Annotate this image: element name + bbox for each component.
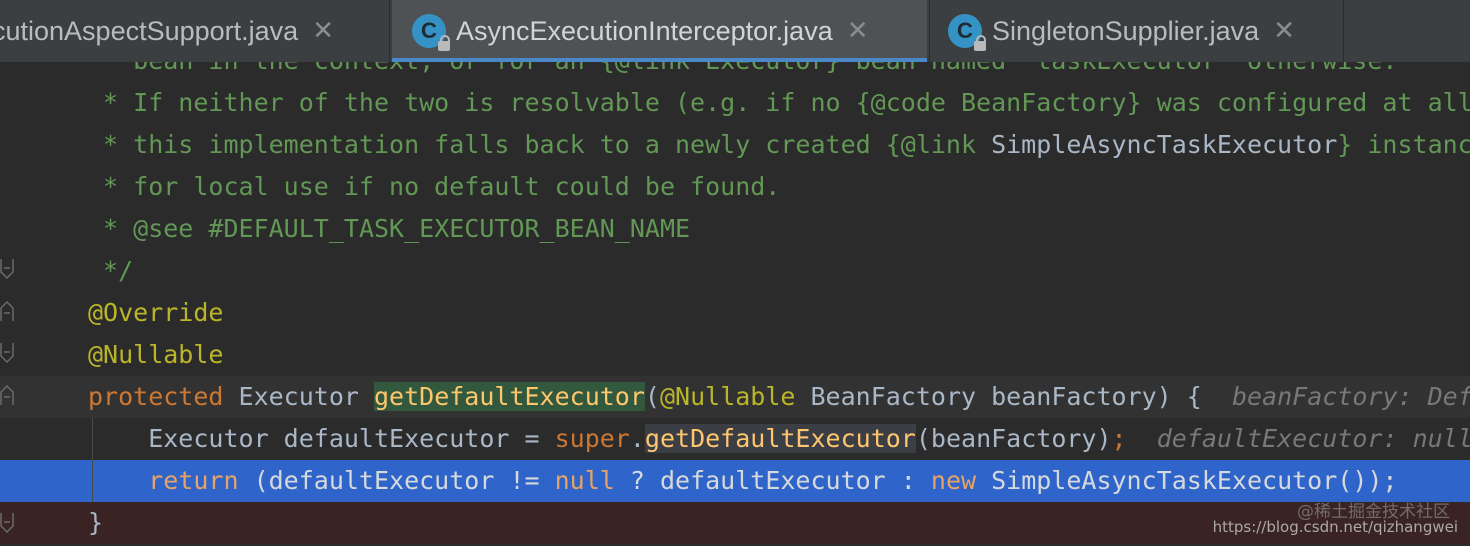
code-line: Executor defaultExecutor = super.getDefa… — [0, 418, 1470, 460]
javadoc-see-ref[interactable]: #DEFAULT_TASK_EXECUTOR_BEAN_NAME — [193, 214, 690, 243]
javadoc-link-class[interactable]: SimpleAsyncTaskExecutor — [991, 130, 1337, 159]
keyword-super: super — [554, 424, 630, 453]
code-line: * bean in the context, or for an {@link … — [0, 62, 1470, 82]
code-line: @Nullable — [0, 334, 1470, 376]
javadoc-text: * this implementation falls back to a ne… — [88, 130, 992, 159]
return-statement: return (defaultExecutor != null ? defaul… — [88, 460, 1398, 502]
fold-icon[interactable] — [0, 384, 14, 406]
javadoc-text: } instance — [1337, 130, 1470, 159]
param-annotation: @Nullable — [659, 382, 796, 411]
fold-end-icon[interactable] — [0, 512, 14, 534]
method-signature: protected Executor getDefaultExecutor(@N… — [88, 376, 1470, 418]
keyword-return: return — [88, 466, 239, 495]
javadoc-text: * for local use if no default could be f… — [88, 172, 781, 201]
tab-async-execution-interceptor[interactable]: C AsyncExecutionInterceptor.java ✕ — [392, 0, 927, 62]
expression: (defaultExecutor != — [238, 466, 555, 495]
parameter: BeanFactory beanFactory) { — [795, 382, 1232, 411]
fold-icon[interactable] — [0, 342, 14, 364]
class-name[interactable]: SimpleAsyncTaskExecutor — [976, 466, 1337, 495]
code-editor[interactable]: * bean in the context, or for an {@link … — [0, 62, 1470, 546]
java-class-icon: C — [948, 14, 986, 51]
code-line: * If neither of the two is resolvable (e… — [0, 82, 1470, 124]
close-icon[interactable]: ✕ — [847, 16, 869, 46]
debug-inline-value: beanFactory: DefaultListableBeanFactory — [1231, 382, 1470, 411]
semicolon: ; — [1111, 424, 1127, 453]
tab-label: cutionAspectSupport.java — [0, 15, 299, 46]
keyword-null: null — [554, 466, 615, 495]
tab-execution-aspect-support[interactable]: cutionAspectSupport.java ✕ — [0, 0, 390, 62]
javadoc-line: * this implementation falls back to a ne… — [88, 124, 1470, 166]
code-line-method-signature: protected Executor getDefaultExecutor(@N… — [0, 376, 1470, 418]
close-icon[interactable]: ✕ — [312, 16, 334, 46]
override-annotation: @Override — [88, 298, 224, 327]
keyword-protected: protected — [88, 382, 224, 411]
javadoc-text: * If neither of the two is resolvable (e… — [88, 88, 1470, 117]
declaration: Executor defaultExecutor = — [88, 424, 555, 453]
close-icon[interactable]: ✕ — [1273, 16, 1295, 46]
indent-guide — [92, 418, 93, 502]
dot: . — [629, 424, 645, 453]
return-type: Executor — [223, 382, 374, 411]
code-line: */ — [0, 250, 1470, 292]
code-line: @Override — [0, 292, 1470, 334]
keyword-new: new — [930, 466, 977, 495]
expression: ()); — [1337, 466, 1398, 495]
closing-brace: } — [88, 508, 104, 537]
code-line: * this implementation falls back to a ne… — [0, 124, 1470, 166]
tab-singleton-supplier[interactable]: C SingletonSupplier.java ✕ — [929, 0, 1344, 62]
method-name[interactable]: getDefaultExecutor — [373, 382, 645, 411]
code-line: * for local use if no default could be f… — [0, 166, 1470, 208]
watermark-url: https://blog.csdn.net/qizhangwei — [1212, 518, 1458, 536]
tab-label: SingletonSupplier.java — [992, 15, 1260, 46]
javadoc-line: * @see #DEFAULT_TASK_EXECUTOR_BEAN_NAME — [88, 208, 690, 250]
debug-inline-value: defaultExecutor: null — [1126, 424, 1470, 453]
tab-label: AsyncExecutionInterceptor.java — [456, 15, 833, 46]
javadoc-text: * — [88, 214, 134, 243]
java-class-icon: C — [412, 14, 450, 51]
javadoc-end: */ — [88, 256, 134, 285]
code-line: * @see #DEFAULT_TASK_EXECUTOR_BEAN_NAME — [0, 208, 1470, 250]
statement: Executor defaultExecutor = super.getDefa… — [88, 418, 1470, 460]
arguments: (beanFactory) — [915, 424, 1112, 453]
javadoc-see-tag: @see — [133, 214, 194, 243]
lock-icon — [974, 35, 986, 51]
method-call[interactable]: getDefaultExecutor — [644, 424, 916, 453]
fold-end-icon[interactable] — [0, 258, 14, 280]
javadoc-text: * bean in the context, or for an {@link … — [88, 62, 1397, 82]
paren: ( — [644, 382, 660, 411]
lock-icon — [438, 35, 450, 51]
editor-tab-bar: cutionAspectSupport.java ✕ C AsyncExecut… — [0, 0, 1470, 62]
nullable-annotation: @Nullable — [88, 340, 224, 369]
expression: ? defaultExecutor : — [614, 466, 931, 495]
fold-icon[interactable] — [0, 300, 14, 322]
class-letter: C — [957, 18, 973, 43]
code-line-execution-point: return (defaultExecutor != null ? defaul… — [0, 460, 1470, 502]
class-letter: C — [421, 18, 437, 43]
